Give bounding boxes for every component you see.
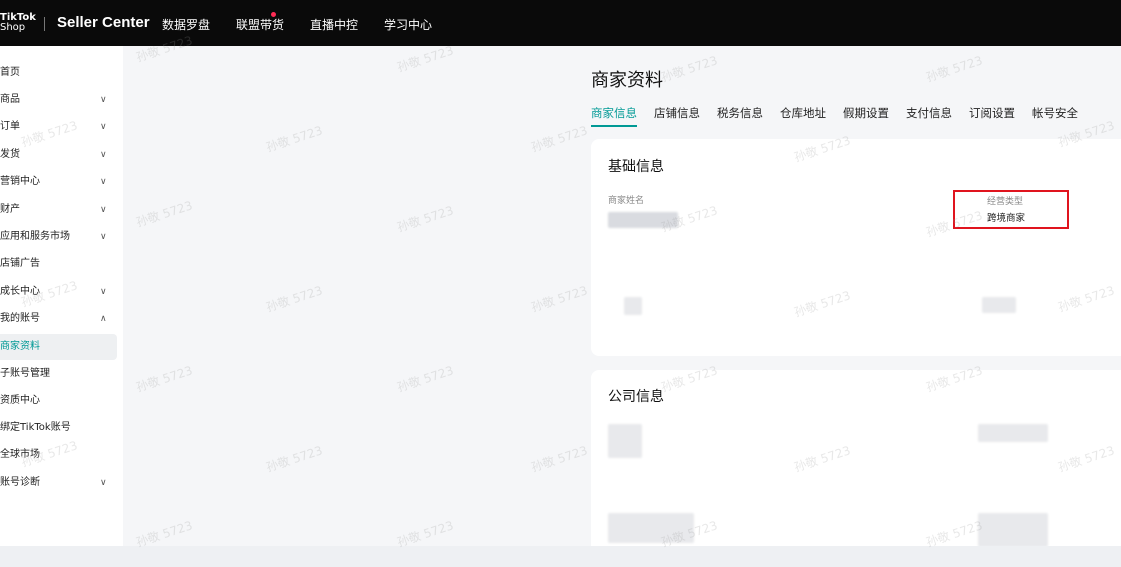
chevron-down-icon: ∨	[100, 95, 107, 105]
sidebar-item-label: 成长中心	[0, 286, 40, 297]
sidebar-item-label: 商品	[0, 94, 20, 105]
sidebar-item-orders[interactable]: 订单 ∨	[0, 114, 117, 140]
watermark: 孙敬 5723	[134, 363, 195, 395]
chevron-down-icon: ∨	[100, 150, 107, 160]
tab-warehouse-address[interactable]: 仓库地址	[780, 105, 826, 127]
app-title: Seller Center	[57, 14, 150, 31]
nav-affiliate[interactable]: 联盟带货	[236, 16, 284, 33]
tab-account-security[interactable]: 帐号安全	[1032, 105, 1078, 127]
sidebar-item-home[interactable]: 首页	[0, 60, 117, 86]
chevron-up-icon: ∧	[100, 314, 107, 324]
profile-tabs: 商家信息 店铺信息 税务信息 仓库地址 假期设置 支付信息 订阅设置 帐号安全	[591, 105, 1095, 127]
watermark: 孙敬 5723	[529, 443, 590, 475]
sidebar-item-global-market[interactable]: 全球市场	[0, 442, 117, 468]
redacted-block	[978, 424, 1048, 442]
watermark: 孙敬 5723	[395, 43, 456, 75]
logo-text-line2: Shop	[0, 22, 26, 33]
tab-payment-info[interactable]: 支付信息	[906, 105, 952, 127]
watermark: 孙敬 5723	[659, 53, 720, 85]
sidebar-item-label: 订单	[0, 121, 20, 132]
merchant-name-redacted	[608, 212, 678, 228]
tab-merchant-info[interactable]: 商家信息	[591, 105, 637, 127]
merchant-name-label: 商家姓名	[608, 196, 645, 206]
sidebar-item-products[interactable]: 商品 ∨	[0, 87, 117, 113]
sidebar-item-marketing[interactable]: 营销中心 ∨	[0, 169, 117, 195]
sidebar-item-my-account[interactable]: 我的账号 ∧	[0, 306, 117, 332]
redacted-block	[982, 297, 1016, 313]
sidebar-item-sub-accounts[interactable]: 子账号管理	[0, 361, 117, 387]
sidebar-item-label: 营销中心	[0, 176, 40, 187]
redacted-block	[608, 424, 642, 458]
nav-data-compass[interactable]: 数据罗盘	[162, 16, 210, 33]
sidebar-item-merchant-profile[interactable]: 商家资料	[0, 334, 117, 360]
sidebar: 首页 商品 ∨ 订单 ∨ 发货 ∨ 营销中心 ∨ 财产 ∨ 应用和服务市场 ∨ 店铺广告 成…	[0, 46, 123, 546]
logo-divider	[44, 17, 45, 31]
sidebar-item-shipping[interactable]: 发货 ∨	[0, 142, 117, 168]
sidebar-item-bind-tiktok[interactable]: 绑定TikTok账号	[0, 415, 117, 441]
sidebar-item-qualification[interactable]: 资质中心	[0, 388, 117, 414]
tab-store-info[interactable]: 店铺信息	[654, 105, 700, 127]
sidebar-item-finance[interactable]: 财产 ∨	[0, 197, 117, 223]
tiktok-shop-logo[interactable]: TikTok Shop	[0, 13, 36, 33]
sidebar-item-label: 应用和服务市场	[0, 231, 70, 242]
chevron-down-icon: ∨	[100, 232, 107, 242]
chevron-down-icon: ∨	[100, 478, 107, 488]
redacted-block	[978, 513, 1048, 547]
watermark: 孙敬 5723	[264, 123, 325, 155]
highlight-box	[953, 190, 1069, 229]
chevron-down-icon: ∨	[100, 287, 107, 297]
watermark: 孙敬 5723	[924, 53, 985, 85]
watermark: 孙敬 5723	[134, 198, 195, 230]
watermark: 孙敬 5723	[395, 363, 456, 395]
top-bar: TikTok Shop Seller Center 数据罗盘 联盟带货 直播中控…	[0, 0, 1121, 46]
redacted-block	[608, 513, 694, 543]
sidebar-item-label: 账号诊断	[0, 477, 40, 488]
watermark: 孙敬 5723	[529, 123, 590, 155]
watermark: 孙敬 5723	[395, 203, 456, 235]
tab-holiday-settings[interactable]: 假期设置	[843, 105, 889, 127]
company-info-card: 公司信息	[591, 370, 1121, 560]
nav-learning-center[interactable]: 学习中心	[384, 16, 432, 33]
company-info-title: 公司信息	[608, 389, 664, 405]
watermark: 孙敬 5723	[264, 443, 325, 475]
sidebar-item-label: 商家资料	[0, 341, 40, 352]
chevron-down-icon: ∨	[100, 205, 107, 215]
sidebar-item-label: 资质中心	[0, 395, 40, 406]
sidebar-item-app-market[interactable]: 应用和服务市场 ∨	[0, 224, 117, 250]
sidebar-item-growth-center[interactable]: 成长中心 ∨	[0, 279, 117, 305]
tab-subscription-settings[interactable]: 订阅设置	[969, 105, 1015, 127]
redacted-block	[624, 297, 642, 315]
nav-live-control[interactable]: 直播中控	[310, 16, 358, 33]
sidebar-item-label: 绑定TikTok账号	[0, 422, 71, 433]
top-nav: 数据罗盘 联盟带货 直播中控 学习中心	[162, 16, 458, 33]
sidebar-item-label: 发货	[0, 149, 20, 160]
watermark: 孙敬 5723	[264, 283, 325, 315]
watermark: 孙敬 5723	[529, 283, 590, 315]
chevron-down-icon: ∨	[100, 122, 107, 132]
basic-info-title: 基础信息	[608, 159, 664, 175]
sidebar-item-label: 财产	[0, 204, 20, 215]
notification-dot	[271, 12, 276, 17]
sidebar-item-label: 全球市场	[0, 449, 40, 460]
sidebar-item-label: 店铺广告	[0, 258, 40, 269]
page-title: 商家资料	[591, 70, 663, 91]
sidebar-item-label: 我的账号	[0, 313, 40, 324]
basic-info-card: 基础信息 商家姓名 经营类型 跨境商家	[591, 139, 1121, 356]
sidebar-item-account-diagnosis[interactable]: 账号诊断 ∨	[0, 470, 117, 496]
sidebar-item-store-ads[interactable]: 店铺广告	[0, 251, 117, 277]
bottom-strip	[0, 546, 1121, 567]
sidebar-item-label: 首页	[0, 67, 20, 78]
tab-tax-info[interactable]: 税务信息	[717, 105, 763, 127]
chevron-down-icon: ∨	[100, 177, 107, 187]
sidebar-item-label: 子账号管理	[0, 368, 50, 379]
